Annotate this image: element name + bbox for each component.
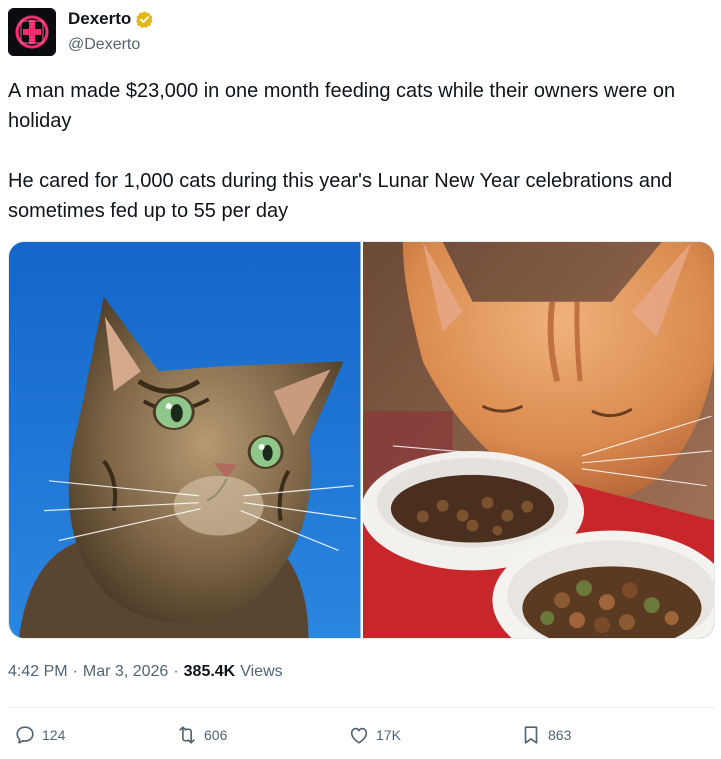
bookmark-icon: [524, 726, 538, 744]
bookmark-button[interactable]: 863: [520, 724, 571, 746]
like-count: 17K: [376, 727, 401, 743]
media-grid: [8, 241, 715, 639]
heart-icon: [350, 727, 368, 744]
author-name[interactable]: Dexerto: [68, 9, 131, 29]
like-button[interactable]: 17K: [348, 724, 401, 746]
verified-badge-icon: [136, 10, 154, 28]
reply-button[interactable]: 124: [14, 724, 65, 746]
avatar[interactable]: [8, 8, 56, 56]
author-name-row[interactable]: Dexerto: [68, 9, 154, 29]
tweet-meta: 4:42 PM · Mar 3, 2026 · 385.4K Views: [8, 663, 283, 681]
views-label: Views: [240, 663, 283, 680]
tweet-paragraph-1: A man made $23,000 in one month feeding …: [8, 80, 676, 132]
bookmark-count: 863: [548, 727, 572, 743]
tweet-date[interactable]: Mar 3, 2026: [83, 663, 168, 681]
retweet-count: 606: [204, 727, 228, 743]
tweet-time[interactable]: 4:42 PM: [8, 663, 68, 681]
author-handle[interactable]: @Dexerto: [68, 36, 140, 54]
reply-count: 124: [42, 727, 66, 743]
meta-separator: ·: [173, 663, 179, 680]
action-bar: 124 606 17K 863: [8, 724, 716, 754]
dexerto-logo-icon: [8, 8, 56, 56]
comment-icon: [16, 726, 34, 744]
retweet-button[interactable]: 606: [176, 724, 227, 746]
views-count: 385.4K: [183, 663, 236, 680]
divider: [8, 707, 716, 708]
meta-separator: ·: [72, 663, 78, 680]
tweet-paragraph-2: He cared for 1,000 cats during this year…: [8, 170, 673, 222]
photo-tabby-cat[interactable]: [9, 242, 361, 638]
photo-orange-cat-eating[interactable]: [362, 242, 714, 638]
tweet-text: A man made $23,000 in one month feeding …: [8, 76, 716, 226]
retweet-icon: [179, 726, 195, 744]
